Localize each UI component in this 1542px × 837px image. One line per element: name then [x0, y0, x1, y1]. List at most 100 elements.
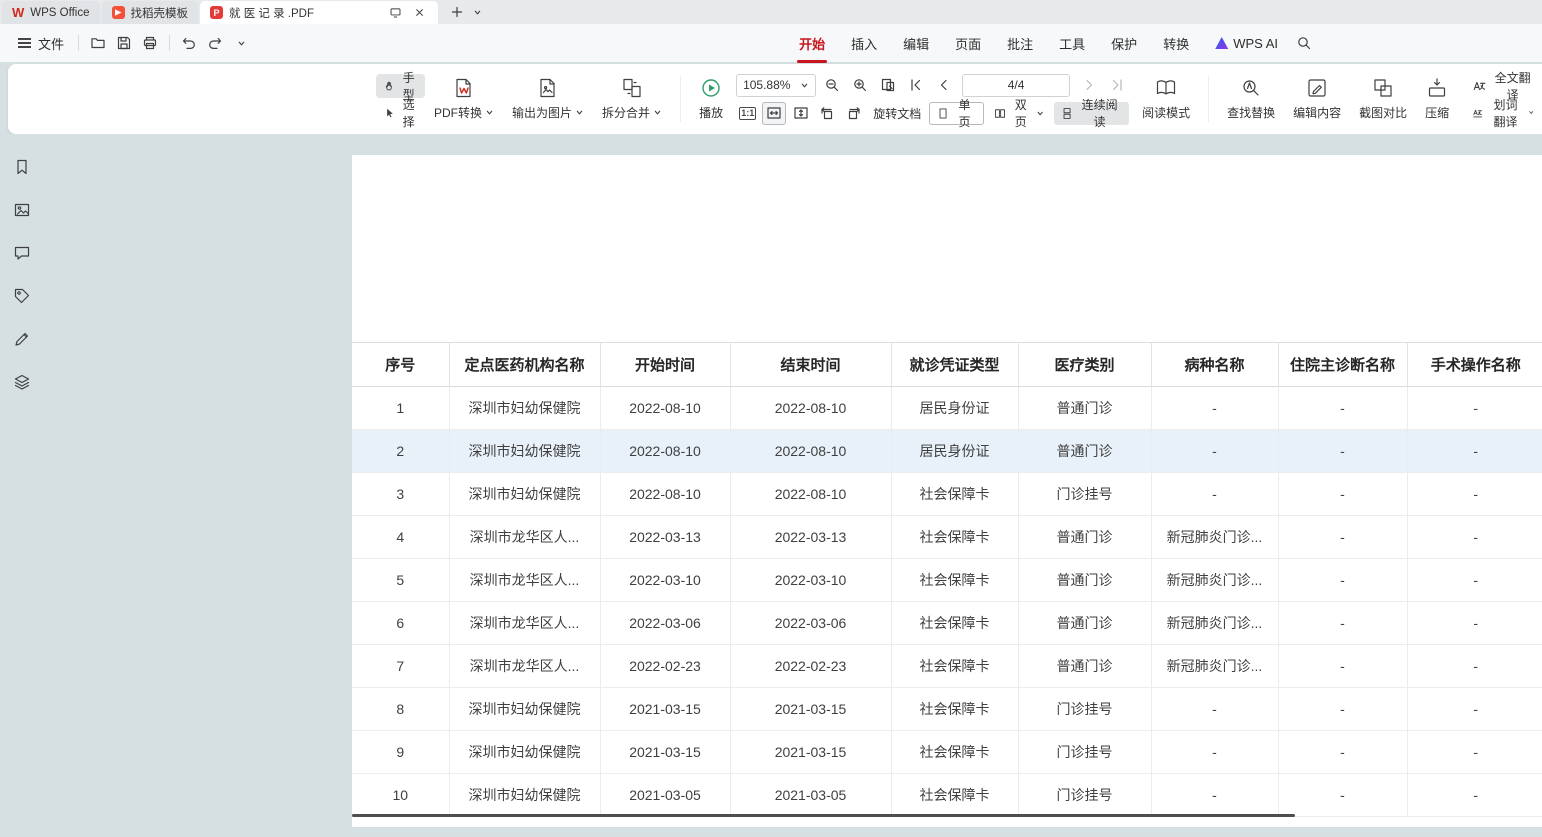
- open-file-button[interactable]: [85, 30, 111, 56]
- menu-tab-label: 开始: [799, 34, 825, 53]
- menubar: 文件 开始 插入 编辑 页面 批注 工具 保护: [0, 24, 1542, 62]
- divider: [78, 35, 79, 51]
- select-tool-label: 选择: [400, 96, 417, 130]
- pdf-file-icon: P: [210, 6, 223, 19]
- compress-icon: [1426, 77, 1448, 99]
- zoom-in-button[interactable]: [847, 74, 872, 97]
- fit-width-button[interactable]: [762, 102, 786, 125]
- table-cell: -: [1278, 387, 1407, 430]
- tab-list-chevron-icon[interactable]: [468, 3, 486, 21]
- zoom-out-button[interactable]: [819, 74, 844, 97]
- select-tool-button[interactable]: 选择: [376, 101, 425, 125]
- continuous-read-icon: [1061, 107, 1073, 120]
- table-cell: 居民身份证: [891, 387, 1018, 430]
- double-page-button[interactable]: 双页: [987, 102, 1052, 125]
- full-translate-button[interactable]: 全文翻译: [1464, 74, 1542, 98]
- read-mode-label: 阅读模式: [1142, 104, 1190, 121]
- table-cell: -: [1278, 774, 1407, 817]
- hand-tool-button[interactable]: 手型: [376, 74, 425, 98]
- compress-button[interactable]: 压缩: [1416, 77, 1458, 121]
- layers-panel-button[interactable]: [11, 371, 33, 393]
- tab-docer-templates[interactable]: 找稻壳模板: [102, 1, 199, 24]
- menu-tab-批注[interactable]: 批注: [994, 24, 1046, 63]
- prev-page-button[interactable]: [931, 74, 956, 97]
- comments-panel-button[interactable]: [11, 242, 33, 264]
- menu-tab-页面[interactable]: 页面: [942, 24, 994, 63]
- search-menu-button[interactable]: [1291, 30, 1317, 56]
- read-mode-button[interactable]: 阅读模式: [1133, 77, 1199, 121]
- word-translate-button[interactable]: 划词翻译: [1464, 101, 1542, 125]
- tags-panel-button[interactable]: [11, 285, 33, 307]
- actual-size-icon: [739, 107, 756, 120]
- table-cell: -: [1278, 473, 1407, 516]
- tab-wps-home[interactable]: W WPS Office: [2, 1, 100, 24]
- table-cell: 新冠肺炎门诊...: [1151, 516, 1278, 559]
- thumbnails-panel-button[interactable]: [11, 199, 33, 221]
- menu-tab-保护[interactable]: 保护: [1098, 24, 1150, 63]
- horizontal-scrollbar-thumb[interactable]: [352, 814, 1295, 817]
- menu-tab-插入[interactable]: 插入: [838, 24, 890, 63]
- history-chevron-icon[interactable]: [228, 30, 254, 56]
- menu-tab-转换[interactable]: 转换: [1150, 24, 1202, 63]
- new-tab-button[interactable]: [448, 3, 466, 21]
- table-cell: -: [1151, 731, 1278, 774]
- column-header: 开始时间: [600, 343, 730, 387]
- menu-tab-WPS AI[interactable]: WPS AI: [1202, 26, 1291, 61]
- chevron-down-icon: [1528, 108, 1534, 117]
- table-row: 9深圳市妇幼保健院2021-03-152021-03-15社会保障卡门诊挂号--…: [352, 731, 1542, 774]
- menu-tab-编辑[interactable]: 编辑: [890, 24, 942, 63]
- table-row: 1深圳市妇幼保健院2022-08-102022-08-10居民身份证普通门诊--…: [352, 387, 1542, 430]
- find-replace-button[interactable]: 查找替换: [1218, 77, 1284, 121]
- single-page-button[interactable]: 单页: [929, 102, 983, 125]
- first-page-button[interactable]: [903, 74, 928, 97]
- menu-tab-label: 保护: [1111, 34, 1137, 53]
- present-icon[interactable]: [386, 4, 404, 22]
- play-button[interactable]: 播放: [690, 77, 732, 121]
- screenshot-compare-button[interactable]: 截图对比: [1350, 77, 1416, 121]
- actual-size-button[interactable]: [736, 102, 759, 125]
- table-cell: 2021-03-15: [600, 688, 730, 731]
- table-row: 7深圳市龙华区人...2022-02-232022-02-23社会保障卡普通门诊…: [352, 645, 1542, 688]
- menu-tab-工具[interactable]: 工具: [1046, 24, 1098, 63]
- annotate-panel-button[interactable]: [11, 328, 33, 350]
- table-cell: 普通门诊: [1018, 516, 1151, 559]
- rotate-doc-label[interactable]: 旋转文档: [873, 105, 921, 122]
- table-cell: -: [1278, 645, 1407, 688]
- extract-page-button[interactable]: [875, 74, 900, 97]
- table-cell: 2021-03-15: [730, 688, 891, 731]
- table-cell: -: [1278, 516, 1407, 559]
- rotate-right-button[interactable]: [842, 102, 865, 125]
- menu-tab-label: WPS AI: [1233, 36, 1278, 51]
- table-cell: 社会保障卡: [891, 602, 1018, 645]
- next-page-button[interactable]: [1076, 74, 1101, 97]
- page-indicator: 4/4: [1008, 78, 1025, 92]
- tab-document[interactable]: P 就 医 记 录 .PDF: [200, 1, 438, 24]
- file-menu-button[interactable]: 文件: [10, 30, 72, 57]
- pdf-convert-button[interactable]: PDF转换: [425, 77, 503, 121]
- split-merge-button[interactable]: 拆分合并: [593, 77, 671, 121]
- save-button[interactable]: [111, 30, 137, 56]
- comment-icon: [13, 244, 31, 262]
- split-merge-icon: [621, 77, 643, 99]
- page-number-input[interactable]: 4/4: [962, 74, 1070, 97]
- undo-button[interactable]: [176, 30, 202, 56]
- bookmarks-panel-button[interactable]: [11, 156, 33, 178]
- export-image-button[interactable]: 输出为图片: [503, 77, 593, 121]
- last-page-button[interactable]: [1104, 74, 1129, 97]
- rotate-left-button[interactable]: [815, 102, 838, 125]
- menu-tab-label: 工具: [1059, 34, 1085, 53]
- edit-content-button[interactable]: 编辑内容: [1284, 77, 1350, 121]
- redo-button[interactable]: [202, 30, 228, 56]
- continuous-read-button[interactable]: 连续阅读: [1054, 102, 1129, 125]
- fit-width-icon: [766, 105, 782, 121]
- close-tab-icon[interactable]: [410, 4, 428, 22]
- compress-label: 压缩: [1425, 104, 1449, 121]
- fit-page-button[interactable]: [789, 102, 812, 125]
- divider: [169, 35, 170, 51]
- print-button[interactable]: [137, 30, 163, 56]
- menu-tab-开始[interactable]: 开始: [786, 24, 838, 63]
- table-cell: -: [1407, 688, 1542, 731]
- pen-icon: [13, 330, 31, 348]
- table-cell: -: [1407, 645, 1542, 688]
- zoom-level-select[interactable]: 105.88%: [736, 74, 816, 97]
